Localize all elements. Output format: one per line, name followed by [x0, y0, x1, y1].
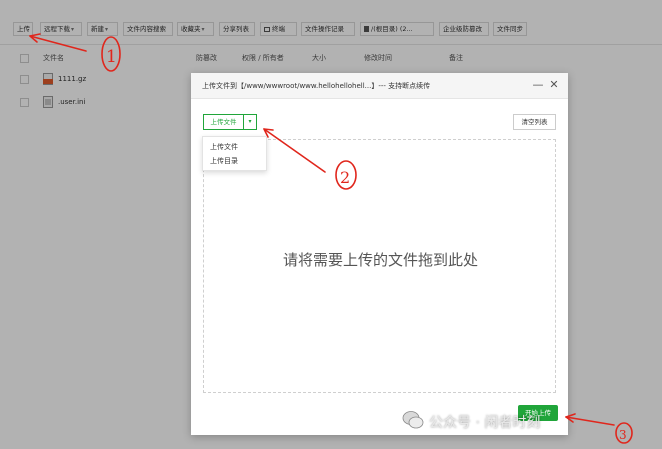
wechat-icon: [402, 411, 424, 429]
upload-dialog: 上传文件到【/www/wwwroot/www.hellohellohell...…: [191, 73, 568, 435]
upload-files-button[interactable]: 上传文件: [203, 114, 244, 130]
drop-zone-text: 请将需要上传的文件拖到此处: [282, 251, 478, 269]
clear-list-button[interactable]: 清空列表: [513, 114, 556, 130]
upload-dropdown-toggle[interactable]: ▾: [243, 114, 257, 130]
close-button[interactable]: ✕: [548, 79, 560, 91]
caret-down-icon: ▾: [248, 118, 252, 125]
drop-zone[interactable]: 请将需要上传的文件拖到此处: [203, 139, 556, 393]
watermark-text: 公众号 · 闲者时刻: [429, 415, 541, 431]
menu-item-upload-directory[interactable]: 上传目录: [210, 156, 238, 166]
dialog-title: 上传文件到【/www/wwwroot/www.hellohellohell...…: [202, 82, 431, 90]
minimize-button[interactable]: —: [532, 79, 544, 91]
menu-item-upload-files[interactable]: 上传文件: [210, 142, 238, 152]
dialog-header: 上传文件到【/www/wwwroot/www.hellohellohell...…: [191, 73, 568, 99]
upload-dropdown-menu: 上传文件 上传目录: [202, 136, 267, 171]
